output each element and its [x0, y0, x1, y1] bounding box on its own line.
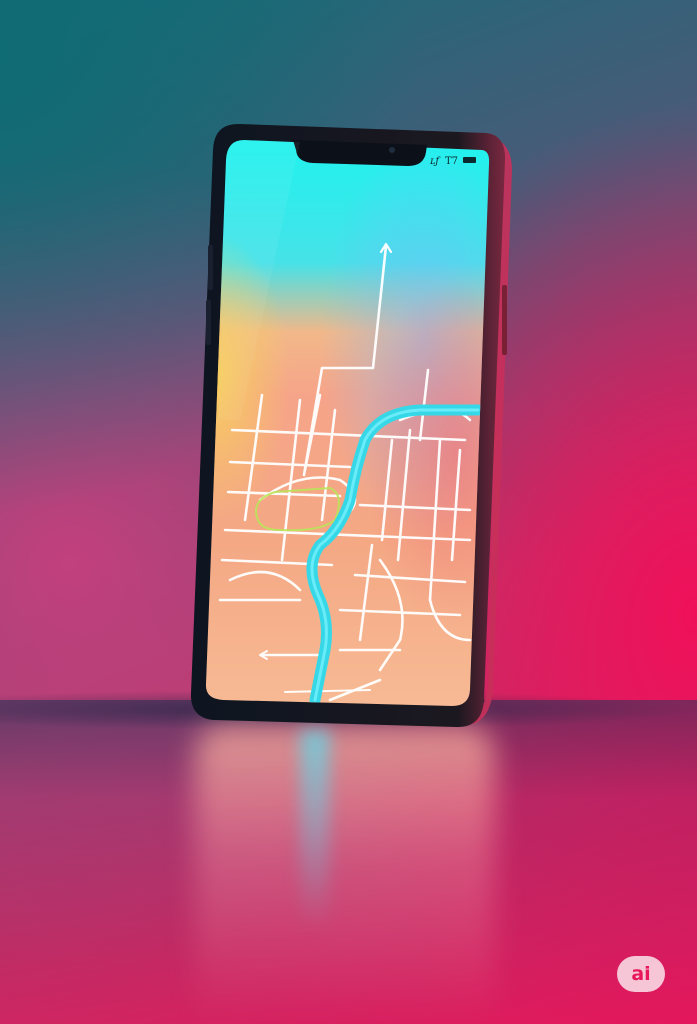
ai-watermark-badge: ai [617, 956, 665, 992]
volume-button [208, 245, 213, 290]
front-camera [389, 147, 395, 153]
battery-icon [463, 157, 476, 163]
volume-button [206, 300, 211, 345]
power-button [502, 285, 507, 355]
photo-scene: ʟƒ T7 ai [0, 0, 697, 1024]
status-network: T7 [445, 156, 458, 167]
smartphone: ʟƒ T7 [190, 123, 512, 728]
